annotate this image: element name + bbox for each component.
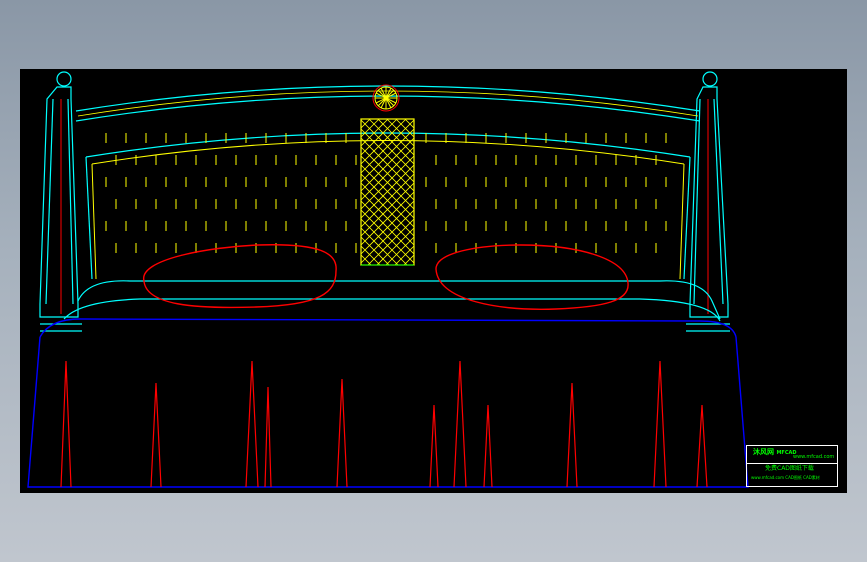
rosette-icon (372, 84, 400, 112)
drawing-canvas[interactable]: 沐风网 MFCAD www.mfcad.com 免费CAD图纸下载 www.mf… (20, 69, 847, 493)
skirt-pleat (264, 386, 272, 488)
lattice-line (361, 282, 414, 335)
skirt-pleat (696, 404, 708, 488)
skirt-pleat (150, 382, 162, 488)
bed-cover (27, 318, 749, 488)
stamp-brand-cn: 沐风网 (753, 448, 774, 456)
stamp-logo-icon: 沐风网 MFCAD (753, 449, 797, 456)
stamp-line2: 免费CAD图纸下载 (765, 465, 814, 472)
lattice-line (361, 300, 414, 353)
skirt-pleat (653, 360, 667, 488)
title-block-stamp: 沐风网 MFCAD www.mfcad.com 免费CAD图纸下载 www.mf… (746, 445, 838, 487)
lattice-line (412, 263, 414, 265)
skirt-pleat (60, 360, 72, 488)
right-post-finial (702, 71, 718, 87)
lattice-line (361, 300, 414, 353)
stamp-divider (747, 463, 837, 464)
skirt-pleat (245, 360, 259, 488)
headboard-crown (75, 85, 701, 122)
bed-elevation-drawing (27, 71, 749, 488)
skirt-pleats (60, 360, 708, 488)
center-lattice-panel (360, 118, 415, 362)
skirt-pleat (429, 404, 439, 488)
lattice-line (361, 282, 414, 335)
skirt-pleat (336, 378, 348, 488)
stamp-site: www.mfcad.com (793, 454, 835, 460)
left-post-finial (56, 71, 72, 87)
lattice-line (361, 263, 363, 265)
left-pillow (143, 244, 337, 309)
right-pillow (435, 244, 629, 310)
skirt-pleat (566, 382, 578, 488)
stamp-line3: www.mfcad.com CAD图纸 CAD素材 (751, 475, 820, 480)
lattice-line (361, 309, 414, 362)
skirt-pleat (483, 404, 493, 488)
skirt-pleat (453, 360, 467, 488)
mattress-top (63, 280, 721, 322)
lattice-hatching (361, 119, 414, 362)
lattice-line (361, 309, 414, 362)
